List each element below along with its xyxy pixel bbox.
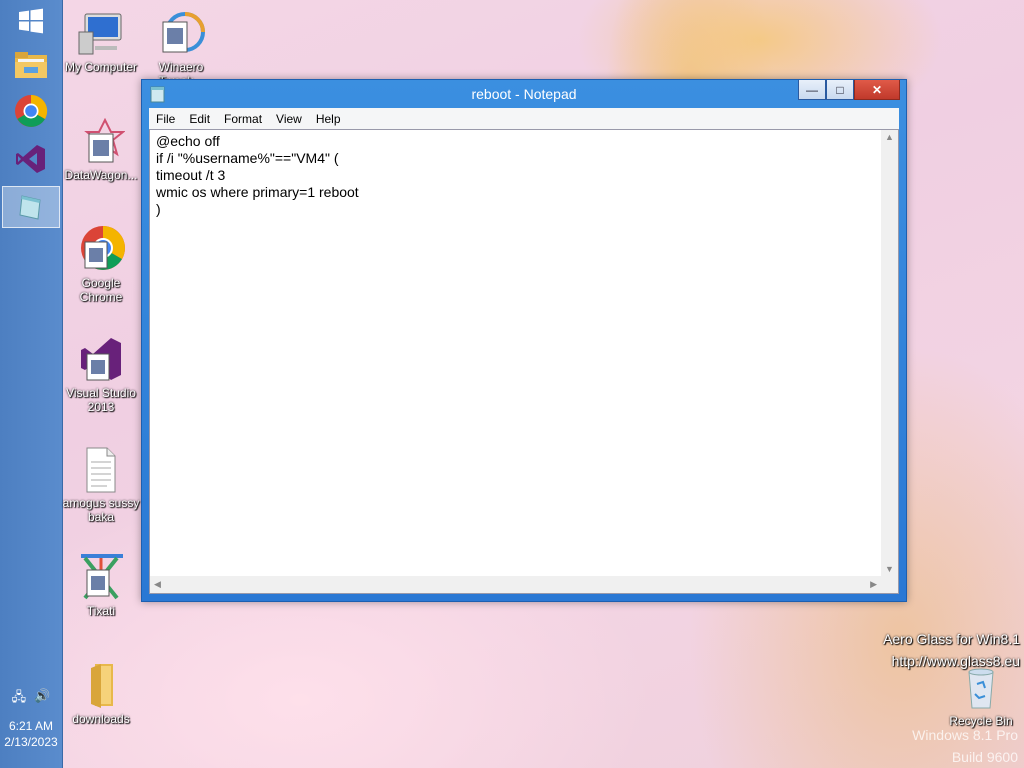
desktop-icon-amogus[interactable]: amogus sussy baka [62, 446, 140, 524]
taskbar: 🖧 🔊 6:21 AM 2/13/2023 [0, 0, 63, 768]
desktop-icon-recycle-bin[interactable]: Recycle Bin [942, 664, 1020, 728]
scroll-left-icon[interactable]: ◀ [154, 579, 161, 590]
taskbar-notepad[interactable] [2, 186, 60, 228]
desktop-icon-my-computer[interactable]: My Computer [62, 10, 140, 74]
clock-date[interactable]: 2/13/2023 [0, 734, 62, 750]
maximize-button[interactable]: □ [826, 80, 854, 100]
horizontal-scrollbar[interactable]: ◀ ▶ [150, 576, 881, 593]
watermark-line1: Aero Glass for Win8.1 [883, 631, 1020, 647]
menu-bar: File Edit Format View Help [149, 108, 899, 129]
chrome-icon [81, 226, 125, 270]
desktop-icon-label: Visual Studio 2013 [66, 386, 136, 414]
resize-grip[interactable] [881, 576, 898, 593]
recycle-bin-icon [968, 668, 994, 709]
desktop-icon-label: Google Chrome [79, 276, 123, 304]
visual-studio-icon [81, 338, 121, 381]
desktop-icon-datawagon[interactable]: DataWagon... [62, 117, 140, 182]
desktop-icon-label: downloads [72, 712, 130, 726]
system-tray: 🖧 🔊 6:21 AM 2/13/2023 [0, 688, 62, 768]
desktop-icon-label: Tixati [86, 604, 116, 618]
scroll-down-icon[interactable]: ▼ [885, 564, 894, 574]
notepad-icon [19, 195, 41, 220]
vertical-scrollbar[interactable]: ▲ ▼ [881, 130, 898, 576]
desktop-icon-winaero[interactable]: Winaero Tweak... [142, 10, 220, 88]
visual-studio-icon [16, 145, 45, 173]
notepad-window: reboot - Notepad — □ ✕ File Edit Format … [141, 79, 907, 602]
shortcut-icon [81, 554, 123, 600]
desktop-icon-visual-studio[interactable]: Visual Studio 2013 [62, 336, 140, 414]
desktop-icon-label: Recycle Bin [949, 714, 1013, 728]
taskbar-chrome[interactable] [2, 90, 60, 132]
taskbar-file-explorer[interactable] [2, 44, 60, 86]
shortcut-icon [84, 117, 126, 163]
watermark-edition: Windows 8.1 Pro [912, 727, 1018, 743]
watermark-line2: http://www.glass8.eu [891, 653, 1020, 669]
minimize-button[interactable]: — [798, 80, 826, 100]
desktop-icon-label: amogus sussy baka [62, 496, 140, 524]
scroll-right-icon[interactable]: ▶ [870, 579, 877, 590]
title-bar[interactable]: reboot - Notepad — □ ✕ [142, 80, 906, 108]
desktop-icon-tixati[interactable]: Tixati [62, 554, 140, 618]
folder-icon [15, 52, 47, 78]
text-file-icon [86, 447, 116, 493]
maximize-icon: □ [836, 82, 844, 97]
menu-format[interactable]: Format [217, 112, 269, 126]
scroll-up-icon[interactable]: ▲ [885, 132, 894, 142]
menu-file[interactable]: File [149, 112, 182, 126]
desktop-icon-google-chrome[interactable]: Google Chrome [62, 226, 140, 304]
network-icon[interactable]: 🖧 [12, 688, 27, 710]
text-editor[interactable]: @echo off if /i "%username%"=="VM4" ( ti… [149, 129, 899, 594]
windows-logo-icon [19, 8, 43, 34]
desktop-icon-label: DataWagon... [64, 168, 138, 182]
editor-content[interactable]: @echo off if /i "%username%"=="VM4" ( ti… [156, 133, 359, 218]
menu-edit[interactable]: Edit [182, 112, 217, 126]
shortcut-icon [162, 12, 205, 53]
menu-view[interactable]: View [269, 112, 309, 126]
computer-icon [78, 13, 122, 55]
minimize-icon: — [806, 82, 818, 97]
folder-icon [91, 664, 113, 708]
volume-icon[interactable]: 🔊 [34, 688, 50, 710]
window-title: reboot - Notepad [471, 86, 577, 102]
watermark-build: Build 9600 [951, 749, 1018, 765]
menu-help[interactable]: Help [309, 112, 348, 126]
desktop-icon-downloads[interactable]: downloads [62, 662, 140, 726]
clock-time[interactable]: 6:21 AM [0, 718, 62, 734]
close-icon: ✕ [871, 82, 883, 97]
start-button[interactable] [2, 0, 60, 42]
chrome-icon [15, 94, 48, 127]
desktop-icon-label: My Computer [64, 60, 138, 74]
close-button[interactable]: ✕ [854, 80, 900, 100]
taskbar-visual-studio[interactable] [2, 138, 60, 180]
